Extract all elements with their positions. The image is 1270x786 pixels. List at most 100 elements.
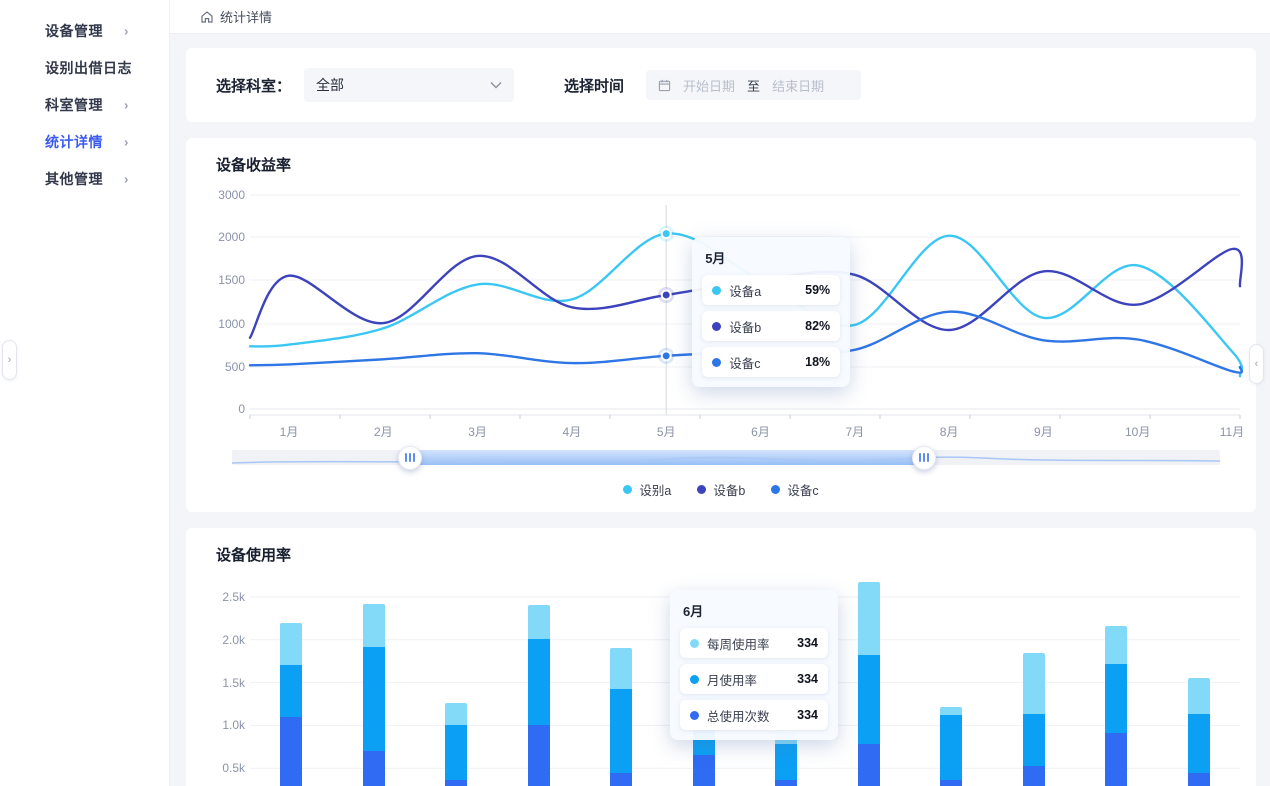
sidebar-collapse-button[interactable]: › <box>2 340 17 380</box>
legend-label: 设备c <box>787 480 818 499</box>
department-filter-label: 选择科室： <box>216 75 291 96</box>
bar-segment-总使用次数[interactable] <box>280 717 302 786</box>
bar-segment-每周使用率[interactable] <box>858 582 880 655</box>
legend-label: 设别a <box>639 480 671 499</box>
chevron-right-icon: › <box>124 134 128 149</box>
sidebar-item-device-management[interactable]: 设备管理 › <box>0 12 169 49</box>
handle-grip-icon <box>919 453 921 462</box>
bar-segment-总使用次数[interactable] <box>445 780 467 786</box>
panel-collapse-button[interactable]: ‹ <box>1249 344 1264 384</box>
bar-segment-总使用次数[interactable] <box>528 725 550 786</box>
bar-segment-月使用率[interactable] <box>858 655 880 744</box>
chevron-right-icon: › <box>124 97 128 112</box>
sidebar-item-statistics[interactable]: 统计详情 › <box>0 123 169 160</box>
date-range-picker[interactable]: 开始日期 至 结束日期 <box>646 70 861 100</box>
chevron-right-icon: › <box>124 171 128 186</box>
bar-segment-总使用次数[interactable] <box>693 755 715 786</box>
series-dot-icon <box>690 675 699 684</box>
y-axis-tick-label: 1.0k <box>199 718 245 732</box>
bar-segment-总使用次数[interactable] <box>1023 766 1045 786</box>
bar-segment-月使用率[interactable] <box>610 689 632 773</box>
topbar: 统计详情 <box>170 0 1270 34</box>
bar-segment-总使用次数[interactable] <box>1188 773 1210 786</box>
x-axis-tick-label: 10月 <box>1125 423 1150 440</box>
usage-chart-tooltip: 6月每周使用率334 月使用率334 总使用次数 334 <box>670 590 838 740</box>
handle-grip-icon <box>409 453 411 462</box>
series-dot-icon <box>712 358 721 367</box>
legend-dot-icon <box>771 485 780 494</box>
legend-item-c[interactable]: 设备c <box>771 480 818 499</box>
bar-segment-每周使用率[interactable] <box>610 648 632 689</box>
bar-segment-每周使用率[interactable] <box>1023 653 1045 714</box>
bar-segment-总使用次数[interactable] <box>610 773 632 786</box>
bar-segment-月使用率[interactable] <box>445 725 467 780</box>
bar-segment-总使用次数[interactable] <box>775 780 797 786</box>
bar-segment-月使用率[interactable] <box>280 665 302 716</box>
bar-segment-每周使用率[interactable] <box>363 604 385 647</box>
sidebar-item-label: 设备管理 <box>45 21 103 41</box>
breadcrumb[interactable]: 统计详情 <box>200 7 272 26</box>
revenue-chart-card: 设备收益率 300020001500100050001月2月3月4月5月6月7月… <box>186 138 1256 512</box>
usage-chart-card: 设备使用率 2.5k2.0k1.5k1.0k0.5k6月每周使用率334月使用率… <box>186 528 1256 786</box>
bar-segment-每周使用率[interactable] <box>1188 678 1210 714</box>
legend-dot-icon <box>697 485 706 494</box>
tooltip-title: 6月 <box>683 601 828 620</box>
handle-grip-icon <box>413 453 415 462</box>
bar-segment-每周使用率[interactable] <box>280 623 302 666</box>
x-axis-tick-label: 7月 <box>845 423 864 440</box>
y-axis-tick-label: 500 <box>199 360 245 374</box>
bar-segment-月使用率[interactable] <box>1023 714 1045 765</box>
y-axis-tick-label: 3000 <box>199 188 245 202</box>
datazoom-track[interactable] <box>232 450 1220 465</box>
legend-item-a[interactable]: 设别a <box>623 480 671 499</box>
chevron-right-icon: › <box>124 60 128 75</box>
tooltip-row: 每周使用率334 <box>680 628 828 658</box>
bar-segment-每周使用率[interactable] <box>940 707 962 715</box>
page-root: { "sidebar": { "items": [ { "label": "设备… <box>0 0 1270 786</box>
end-date-input[interactable]: 结束日期 <box>772 76 824 95</box>
bar-segment-总使用次数[interactable] <box>940 780 962 786</box>
bar-segment-每周使用率[interactable] <box>1105 626 1127 664</box>
legend-item-b[interactable]: 设备b <box>697 480 745 499</box>
bar-segment-月使用率[interactable] <box>363 647 385 751</box>
tooltip-series-value: 59% <box>805 283 830 297</box>
home-icon <box>200 10 214 24</box>
x-axis-tick-label: 4月 <box>563 423 582 440</box>
bar-segment-每周使用率[interactable] <box>528 605 550 639</box>
bar-segment-总使用次数[interactable] <box>363 751 385 786</box>
bar-segment-月使用率[interactable] <box>528 639 550 725</box>
sidebar-item-lend-log[interactable]: 设别出借日志 › <box>0 49 169 86</box>
tooltip-series-label: 总使用次数 <box>707 706 783 725</box>
datazoom-data-shadow <box>232 450 1220 465</box>
bar-segment-月使用率[interactable] <box>775 744 797 780</box>
start-date-input[interactable]: 开始日期 <box>683 76 735 95</box>
filter-bar: 选择科室： 全部 选择时间 开始日期 至 结束日期 <box>186 48 1256 122</box>
tooltip-series-value: 82% <box>805 319 830 333</box>
sidebar-item-department[interactable]: 科室管理 › <box>0 86 169 123</box>
datazoom-handle-right[interactable] <box>912 446 936 470</box>
handle-grip-icon <box>927 453 929 462</box>
calendar-icon <box>658 79 671 92</box>
tooltip-row: 月使用率334 <box>680 664 828 694</box>
sidebar-item-other[interactable]: 其他管理 › <box>0 160 169 197</box>
x-axis-tick-label: 11月 <box>1220 423 1244 440</box>
bar-segment-月使用率[interactable] <box>1188 714 1210 773</box>
revenue-chart-title: 设备收益率 <box>216 154 291 175</box>
tooltip-series-label: 设备a <box>729 281 791 300</box>
legend-label: 设备b <box>713 480 745 499</box>
bar-segment-总使用次数[interactable] <box>1105 733 1127 786</box>
bar-segment-每周使用率[interactable] <box>445 703 467 725</box>
bar-segment-总使用次数[interactable] <box>858 744 880 786</box>
hover-dot <box>662 351 671 360</box>
tooltip-row: 设备c18% <box>702 347 840 377</box>
department-select[interactable]: 全部 <box>304 68 514 102</box>
tooltip-series-value: 334 <box>797 636 818 650</box>
bar-segment-月使用率[interactable] <box>940 715 962 780</box>
handle-grip-icon <box>923 453 925 462</box>
bar-segment-月使用率[interactable] <box>1105 664 1127 733</box>
revenue-chart-tooltip: 5月设备a59%设备b82%设备c18% <box>692 237 850 387</box>
chevron-left-icon: ‹ <box>1255 358 1259 370</box>
datazoom-handle-left[interactable] <box>398 446 422 470</box>
tooltip-row: 设备a 59% <box>702 275 840 305</box>
x-axis-tick-label: 1月 <box>280 423 299 440</box>
